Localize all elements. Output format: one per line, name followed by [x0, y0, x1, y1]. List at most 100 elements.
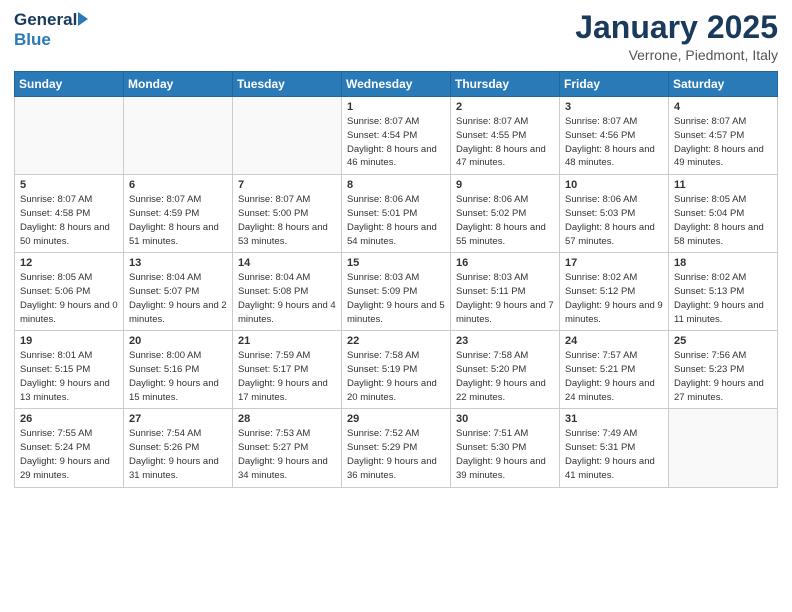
table-row: 8Sunrise: 8:06 AM Sunset: 5:01 PM Daylig… [342, 175, 451, 253]
calendar-header-sunday: Sunday [15, 72, 124, 97]
calendar-week-4: 19 Sunrise: 8:01 AM Sunset: 5:15 PM Dayli… [15, 331, 778, 409]
calendar-week-5: 26Sunrise: 7:55 AM Sunset: 5:24 PM Dayli… [15, 409, 778, 487]
cell-content: Sunrise: 8:01 AM Sunset: 5:15 PM Dayligh… [20, 349, 118, 404]
day-number: 31 [565, 413, 663, 425]
cell-content: Sunrise: 8:02 AM Sunset: 5:12 PM Dayligh… [565, 271, 663, 326]
cell-content: Sunrise: 8:03 AM Sunset: 5:11 PM Dayligh… [456, 271, 554, 326]
cell-content: Sunrise: 7:52 AM Sunset: 5:29 PM Dayligh… [347, 427, 445, 482]
cell-content: Sunrise: 8:03 AM Sunset: 5:09 PM Dayligh… [347, 271, 445, 326]
day-number: 30 [456, 413, 554, 425]
cell-content: Sunrise: 7:58 AM Sunset: 5:19 PM Dayligh… [347, 349, 445, 404]
cell-content: Sunrise: 8:07 AM Sunset: 4:55 PM Dayligh… [456, 115, 554, 170]
table-row: 12 Sunrise: 8:05 AM Sunset: 5:06 PM Dayli… [15, 253, 124, 331]
day-number: 6 [129, 179, 227, 191]
cell-content: Sunrise: 8:07 AM Sunset: 4:58 PM Dayligh… [20, 193, 118, 248]
cell-content: Sunrise: 8:07 AM Sunset: 4:59 PM Dayligh… [129, 193, 227, 248]
day-number: 20 [129, 335, 227, 347]
table-row: 14 Sunrise: 8:04 AM Sunset: 5:08 PM Dayli… [233, 253, 342, 331]
table-row: 1 Sunrise: 8:07 AM Sunset: 4:54 PM Daylig… [342, 97, 451, 175]
table-row: 26Sunrise: 7:55 AM Sunset: 5:24 PM Dayli… [15, 409, 124, 487]
table-row: 27 Sunrise: 7:54 AM Sunset: 5:26 PM Dayli… [124, 409, 233, 487]
day-number: 25 [674, 335, 772, 347]
cell-content: Sunrise: 7:59 AM Sunset: 5:17 PM Dayligh… [238, 349, 336, 404]
day-number: 13 [129, 257, 227, 269]
day-number: 12 [20, 257, 118, 269]
calendar-header-friday: Friday [560, 72, 669, 97]
day-number: 18 [674, 257, 772, 269]
day-number: 23 [456, 335, 554, 347]
logo-triangle-icon [78, 12, 88, 26]
day-number: 28 [238, 413, 336, 425]
calendar-header-wednesday: Wednesday [342, 72, 451, 97]
logo-general-text: General [14, 10, 77, 30]
cell-content: Sunrise: 8:04 AM Sunset: 5:07 PM Dayligh… [129, 271, 227, 326]
cell-content: Sunrise: 8:02 AM Sunset: 5:13 PM Dayligh… [674, 271, 772, 326]
page: General Blue January 2025 Verrone, Piedm… [0, 0, 792, 612]
calendar-header-row: SundayMondayTuesdayWednesdayThursdayFrid… [15, 72, 778, 97]
day-number: 15 [347, 257, 445, 269]
day-number: 22 [347, 335, 445, 347]
table-row: 20 Sunrise: 8:00 AM Sunset: 5:16 PM Dayli… [124, 331, 233, 409]
calendar-header-tuesday: Tuesday [233, 72, 342, 97]
cell-content: Sunrise: 8:05 AM Sunset: 5:04 PM Dayligh… [674, 193, 772, 248]
table-row: 6 Sunrise: 8:07 AM Sunset: 4:59 PM Daylig… [124, 175, 233, 253]
day-number: 5 [20, 179, 118, 191]
table-row: 23 Sunrise: 7:58 AM Sunset: 5:20 PM Dayli… [451, 331, 560, 409]
cell-content: Sunrise: 8:07 AM Sunset: 4:54 PM Dayligh… [347, 115, 445, 170]
day-number: 27 [129, 413, 227, 425]
cell-content: Sunrise: 8:07 AM Sunset: 5:00 PM Dayligh… [238, 193, 336, 248]
table-row: 19 Sunrise: 8:01 AM Sunset: 5:15 PM Dayli… [15, 331, 124, 409]
table-row: 29 Sunrise: 7:52 AM Sunset: 5:29 PM Dayli… [342, 409, 451, 487]
cell-content: Sunrise: 7:49 AM Sunset: 5:31 PM Dayligh… [565, 427, 663, 482]
cell-content: Sunrise: 8:00 AM Sunset: 5:16 PM Dayligh… [129, 349, 227, 404]
day-number: 1 [347, 101, 445, 113]
day-number: 10 [565, 179, 663, 191]
table-row: 25Sunrise: 7:56 AM Sunset: 5:23 PM Dayli… [669, 331, 778, 409]
day-number: 19 [20, 335, 118, 347]
cell-content: Sunrise: 7:58 AM Sunset: 5:20 PM Dayligh… [456, 349, 554, 404]
day-number: 14 [238, 257, 336, 269]
day-number: 21 [238, 335, 336, 347]
day-number: 3 [565, 101, 663, 113]
day-number: 7 [238, 179, 336, 191]
header: General Blue January 2025 Verrone, Piedm… [14, 10, 778, 63]
table-row [15, 97, 124, 175]
calendar-header-thursday: Thursday [451, 72, 560, 97]
cell-content: Sunrise: 8:05 AM Sunset: 5:06 PM Dayligh… [20, 271, 118, 326]
table-row: 7 Sunrise: 8:07 AM Sunset: 5:00 PM Daylig… [233, 175, 342, 253]
table-row: 9 Sunrise: 8:06 AM Sunset: 5:02 PM Daylig… [451, 175, 560, 253]
table-row [124, 97, 233, 175]
table-row [233, 97, 342, 175]
table-row: 4 Sunrise: 8:07 AM Sunset: 4:57 PM Daylig… [669, 97, 778, 175]
calendar: SundayMondayTuesdayWednesdayThursdayFrid… [14, 71, 778, 487]
cell-content: Sunrise: 8:06 AM Sunset: 5:03 PM Dayligh… [565, 193, 663, 248]
title-area: January 2025 Verrone, Piedmont, Italy [575, 10, 778, 63]
table-row: 13 Sunrise: 8:04 AM Sunset: 5:07 PM Dayli… [124, 253, 233, 331]
calendar-week-1: 1 Sunrise: 8:07 AM Sunset: 4:54 PM Daylig… [15, 97, 778, 175]
day-number: 4 [674, 101, 772, 113]
table-row: 30 Sunrise: 7:51 AM Sunset: 5:30 PM Dayli… [451, 409, 560, 487]
cell-content: Sunrise: 7:54 AM Sunset: 5:26 PM Dayligh… [129, 427, 227, 482]
cell-content: Sunrise: 8:07 AM Sunset: 4:57 PM Dayligh… [674, 115, 772, 170]
day-number: 16 [456, 257, 554, 269]
table-row: 16 Sunrise: 8:03 AM Sunset: 5:11 PM Dayli… [451, 253, 560, 331]
day-number: 29 [347, 413, 445, 425]
day-number: 9 [456, 179, 554, 191]
table-row: 24Sunrise: 7:57 AM Sunset: 5:21 PM Dayli… [560, 331, 669, 409]
day-number: 8 [347, 179, 445, 191]
cell-content: Sunrise: 8:04 AM Sunset: 5:08 PM Dayligh… [238, 271, 336, 326]
logo-blue-text: Blue [14, 30, 51, 50]
calendar-header-monday: Monday [124, 72, 233, 97]
location: Verrone, Piedmont, Italy [575, 47, 778, 63]
table-row [669, 409, 778, 487]
table-row: 21 Sunrise: 7:59 AM Sunset: 5:17 PM Dayli… [233, 331, 342, 409]
cell-content: Sunrise: 7:51 AM Sunset: 5:30 PM Dayligh… [456, 427, 554, 482]
logo: General Blue [14, 10, 88, 50]
cell-content: Sunrise: 8:07 AM Sunset: 4:56 PM Dayligh… [565, 115, 663, 170]
cell-content: Sunrise: 8:06 AM Sunset: 5:02 PM Dayligh… [456, 193, 554, 248]
table-row: 17 Sunrise: 8:02 AM Sunset: 5:12 PM Dayli… [560, 253, 669, 331]
day-number: 11 [674, 179, 772, 191]
table-row: 15 Sunrise: 8:03 AM Sunset: 5:09 PM Dayli… [342, 253, 451, 331]
day-number: 17 [565, 257, 663, 269]
table-row: 10 Sunrise: 8:06 AM Sunset: 5:03 PM Dayli… [560, 175, 669, 253]
